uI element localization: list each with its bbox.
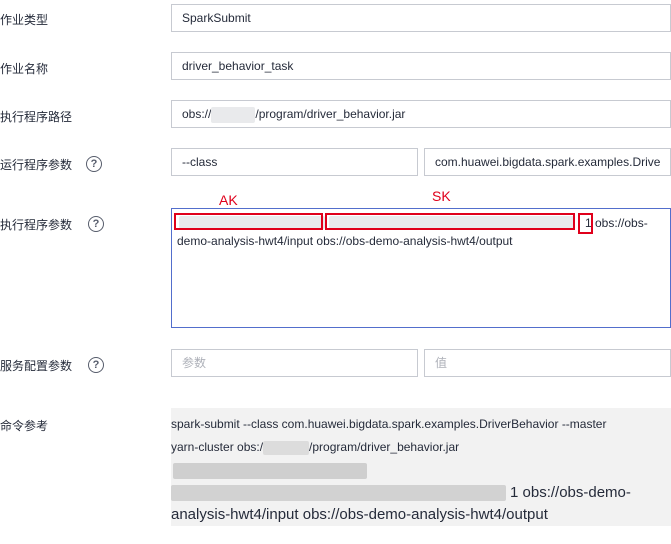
service-config-label: 服务配置参数 bbox=[0, 359, 73, 373]
redacted-cmd-ak bbox=[173, 463, 367, 479]
run-params-help-icon[interactable]: ? bbox=[86, 156, 102, 172]
command-line4-tail: 1 obs://obs-demo- bbox=[510, 484, 631, 501]
service-config-value-placeholder: 值 bbox=[435, 356, 448, 370]
highlight-separator-box bbox=[578, 213, 593, 234]
redacted-cmd-sk bbox=[171, 485, 506, 501]
command-line1: spark-submit --class com.huawei.bigdata.… bbox=[171, 417, 607, 431]
service-config-key-placeholder: 参数 bbox=[182, 356, 207, 370]
annotation-sk: SK bbox=[432, 188, 451, 204]
redacted-bucket bbox=[211, 106, 256, 123]
exec-params-help-icon[interactable]: ? bbox=[88, 216, 104, 232]
job-type-value: SparkSubmit bbox=[182, 11, 251, 25]
run-params-key: --class bbox=[182, 155, 218, 169]
highlight-sk-box bbox=[325, 213, 575, 230]
exec-params-label: 执行程序参数 bbox=[0, 218, 73, 232]
command-line2-prefix: yarn-cluster obs:/ bbox=[171, 440, 264, 454]
command-line2-suffix: /program/driver_behavior.jar bbox=[309, 440, 460, 454]
command-line5: analysis-hwt4/input obs://obs-demo-analy… bbox=[171, 506, 548, 523]
command-label: 命令参考 bbox=[0, 419, 49, 433]
exec-path-input[interactable]: obs:// /program/driver_behavior.jar bbox=[171, 100, 671, 128]
exec-path-prefix: obs:// bbox=[182, 107, 212, 121]
service-config-help-icon[interactable]: ? bbox=[88, 357, 104, 373]
highlight-ak-box bbox=[174, 213, 323, 230]
service-config-value-input[interactable]: 值 bbox=[424, 349, 671, 377]
command-line2: yarn-cluster obs:/ /program/driver_behavi… bbox=[171, 440, 459, 455]
service-config-key-input[interactable]: 参数 bbox=[171, 349, 418, 377]
exec-params-line1-tail: 1 obs://obs- bbox=[585, 216, 648, 230]
exec-path-label: 执行程序路径 bbox=[0, 110, 73, 124]
exec-path-suffix: /program/driver_behavior.jar bbox=[255, 107, 406, 121]
job-type-label: 作业类型 bbox=[0, 13, 49, 27]
exec-params-line2: demo-analysis-hwt4/input obs://obs-demo-… bbox=[177, 234, 513, 248]
run-params-value: com.huawei.bigdata.spark.examples.Drive bbox=[435, 155, 661, 169]
run-params-key-input[interactable]: --class bbox=[171, 148, 418, 176]
annotation-ak: AK bbox=[219, 192, 238, 208]
run-params-label: 运行程序参数 bbox=[0, 158, 73, 172]
run-params-value-input[interactable]: com.huawei.bigdata.spark.examples.Drive bbox=[424, 148, 671, 176]
job-type-select[interactable]: SparkSubmit bbox=[171, 4, 671, 32]
job-name-input[interactable]: driver_behavior_task bbox=[171, 52, 671, 80]
job-name-value: driver_behavior_task bbox=[182, 59, 294, 73]
redacted-bucket-cmd bbox=[263, 440, 310, 455]
job-name-label: 作业名称 bbox=[0, 62, 49, 76]
